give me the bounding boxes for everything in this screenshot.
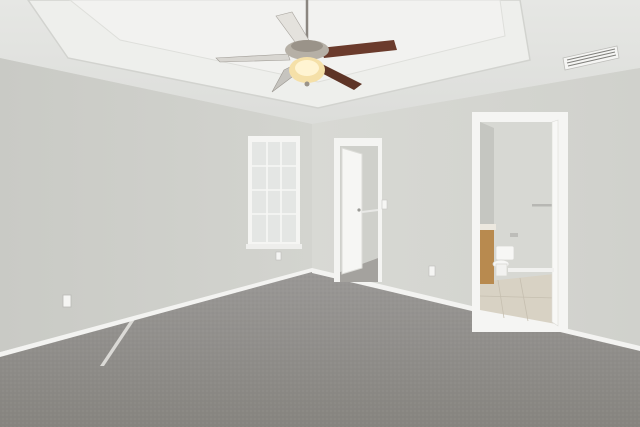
vanity-top: [480, 224, 496, 230]
outlet-left: [62, 294, 72, 308]
window-glass: [252, 142, 296, 242]
vanity-cabinet: [480, 228, 494, 284]
window-sill: [246, 244, 302, 249]
outlet-window: [275, 251, 282, 261]
fan-finial: [304, 81, 310, 87]
closet-door-knob: [357, 208, 361, 212]
toilet-paper-holder: [510, 233, 518, 237]
bedroom-scene: [0, 0, 640, 427]
fan-light-glow: [295, 60, 319, 76]
light-switch: [381, 199, 388, 210]
bathroom-door-panel: [551, 119, 559, 327]
outlet-back: [428, 265, 436, 277]
towel-bar: [532, 204, 552, 207]
fan-motor-band: [291, 40, 323, 52]
bathroom-baseboard: [508, 268, 554, 272]
